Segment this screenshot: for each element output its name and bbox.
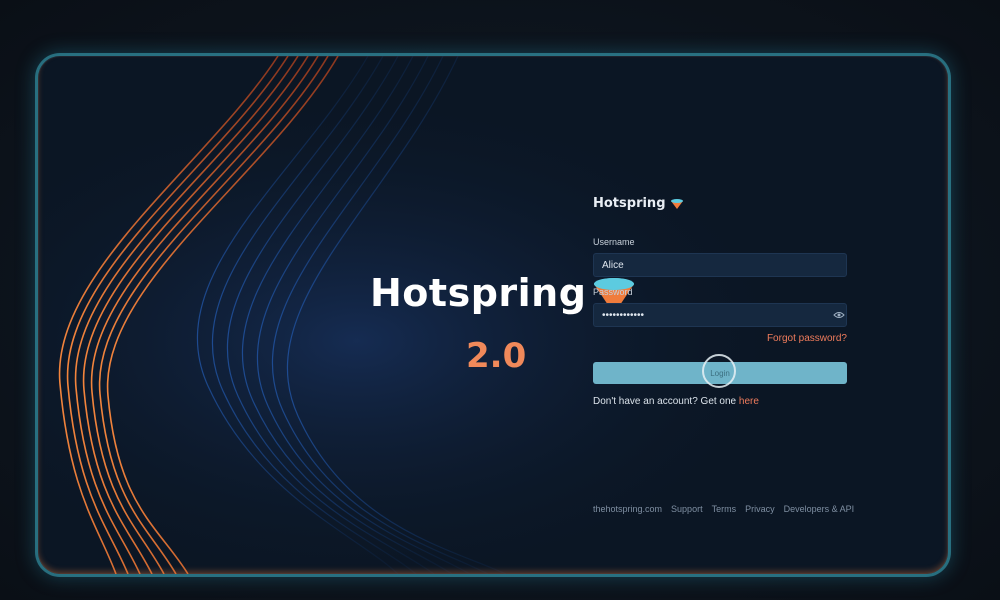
signup-link[interactable]: here	[739, 396, 759, 407]
funnel-icon	[670, 198, 683, 209]
hero-brand-name: Hotspring	[370, 271, 587, 315]
login-panel: Hotspring Username Alice Password ••••••…	[593, 196, 853, 407]
username-value: Alice	[602, 259, 624, 271]
password-value: ••••••••••••	[602, 309, 645, 321]
footer-link-site[interactable]: thehotspring.com	[593, 504, 662, 514]
eye-icon[interactable]	[833, 311, 845, 319]
login-brand-name: Hotspring	[593, 196, 666, 211]
login-button[interactable]: Login	[593, 354, 847, 388]
footer-link-privacy[interactable]: Privacy	[745, 504, 775, 514]
username-input[interactable]: Alice	[593, 253, 847, 277]
click-indicator	[702, 354, 736, 388]
footer-links: thehotspring.com Support Terms Privacy D…	[593, 504, 854, 514]
forgot-password-link[interactable]: Forgot password?	[593, 333, 847, 344]
footer-link-support[interactable]: Support	[671, 504, 703, 514]
password-label: Password	[593, 287, 633, 297]
hero-version: 2.0	[466, 336, 527, 376]
signup-prompt: Don't have an account? Get one here	[593, 396, 853, 407]
signup-text: Don't have an account? Get one	[593, 396, 737, 407]
password-input[interactable]: ••••••••••••	[593, 303, 847, 327]
login-brand: Hotspring	[593, 196, 853, 211]
footer-link-developers[interactable]: Developers & API	[784, 504, 855, 514]
app-window: Hotspring 2.0 Hotspring Username Alice P…	[38, 56, 948, 574]
username-label: Username	[593, 237, 635, 247]
footer-link-terms[interactable]: Terms	[712, 504, 737, 514]
